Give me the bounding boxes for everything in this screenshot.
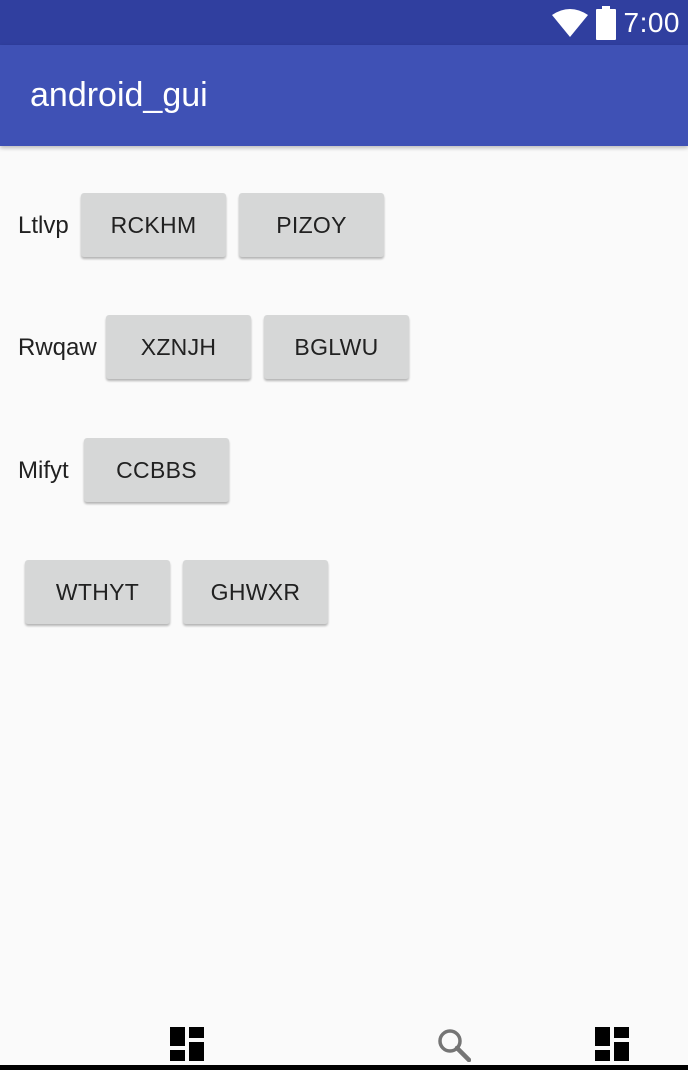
row-4: WTHYT GHWXR [0, 560, 688, 626]
status-icons: 7:00 [551, 0, 681, 45]
wifi-icon [551, 8, 588, 37]
status-clock: 7:00 [623, 6, 680, 38]
dashboard-icon[interactable] [595, 1027, 629, 1066]
row-1: Ltlvp RCKHM PIZOY [0, 193, 688, 259]
bglwu-button[interactable]: BGLWU [264, 315, 409, 379]
xznjh-button[interactable]: XZNJH [106, 315, 251, 379]
search-icon[interactable] [437, 1028, 472, 1067]
navigation-bar [0, 1010, 688, 1070]
row-label: Mifyt [18, 457, 69, 484]
pizoy-button[interactable]: PIZOY [239, 193, 384, 257]
rckhm-button[interactable]: RCKHM [81, 193, 226, 257]
row-2: Rwqaw XZNJH BGLWU [0, 315, 688, 381]
navigation-bar-edge [0, 1065, 688, 1070]
wthyt-button[interactable]: WTHYT [25, 560, 170, 624]
dashboard-icon[interactable] [170, 1027, 204, 1066]
ccbbs-button[interactable]: CCBBS [84, 438, 229, 502]
app-bar: android_gui [0, 45, 688, 146]
app-title: android_gui [30, 76, 208, 114]
battery-icon [595, 5, 616, 40]
row-label: Rwqaw [18, 334, 97, 361]
row-3: Mifyt CCBBS [0, 438, 688, 504]
ghwxr-button[interactable]: GHWXR [183, 560, 328, 624]
status-bar: 7:00 [0, 0, 688, 45]
row-label: Ltlvp [18, 212, 69, 239]
